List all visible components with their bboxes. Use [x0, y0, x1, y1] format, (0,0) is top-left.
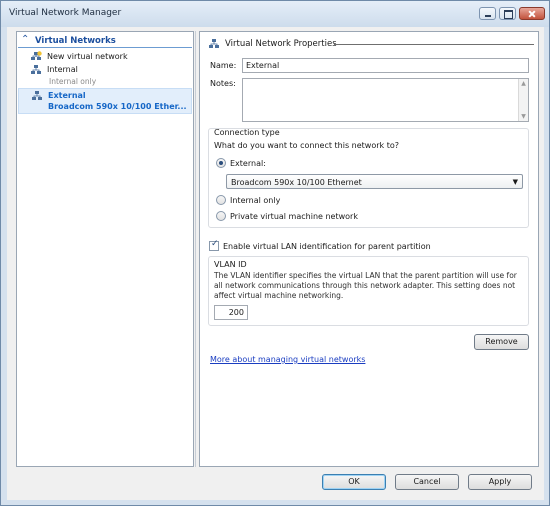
external-radio[interactable]: [216, 158, 226, 168]
notes-label: Notes:: [210, 79, 236, 88]
external-radio-label: External:: [230, 159, 266, 168]
tree-item-label: Internal: [47, 65, 78, 74]
private-network-radio-label: Private virtual machine network: [230, 212, 358, 221]
dropdown-arrow-icon: ▼: [512, 178, 518, 186]
notes-textarea[interactable]: ▲ ▼: [242, 78, 529, 122]
apply-button[interactable]: Apply: [468, 474, 532, 490]
vlan-id-title: VLAN ID: [214, 260, 247, 269]
connection-type-title: Connection type: [214, 128, 280, 137]
scroll-down-icon[interactable]: ▼: [519, 113, 528, 120]
notes-scrollbar[interactable]: ▲ ▼: [518, 79, 528, 121]
internal-only-radio-label: Internal only: [230, 196, 281, 205]
tree-item-sublabel: Broadcom 590x 10/100 Ether...: [48, 102, 187, 111]
title-bar[interactable]: Virtual Network Manager: [1, 1, 549, 27]
network-icon: [32, 91, 42, 100]
remove-button[interactable]: Remove: [474, 334, 529, 350]
scroll-up-icon[interactable]: ▲: [519, 80, 528, 87]
network-adapter-value: Broadcom 590x 10/100 Ethernet: [231, 178, 362, 187]
vlan-id-input[interactable]: 200: [214, 305, 248, 320]
ok-button[interactable]: OK: [322, 474, 386, 490]
section-divider: [334, 44, 534, 45]
network-adapter-select[interactable]: Broadcom 590x 10/100 Ethernet ▼: [226, 174, 523, 189]
properties-pane: Virtual Network Properties Name: Externa…: [199, 31, 539, 467]
properties-header: Virtual Network Properties: [208, 37, 534, 51]
minimize-button[interactable]: [479, 7, 496, 20]
virtual-network-manager-window: Virtual Network Manager ⌃ Virtual Networ…: [0, 0, 550, 506]
internal-only-radio[interactable]: [216, 195, 226, 205]
checkmark-icon: ✓: [211, 239, 219, 249]
dialog-footer: OK Cancel Apply: [7, 470, 544, 500]
tree-item-label: External: [48, 91, 86, 100]
tree-item-internal[interactable]: Internal: [18, 63, 192, 77]
name-label: Name:: [210, 61, 237, 70]
cancel-button[interactable]: Cancel: [395, 474, 459, 490]
network-tree-pane: ⌃ Virtual Networks New virtual network I…: [16, 31, 194, 467]
maximize-button[interactable]: [499, 7, 516, 20]
network-icon: [31, 65, 41, 74]
enable-vlan-label: Enable virtual LAN identification for pa…: [223, 242, 431, 251]
collapse-icon[interactable]: ⌃: [21, 34, 29, 45]
connection-question: What do you want to connect this network…: [214, 141, 399, 150]
network-icon: [209, 39, 219, 48]
name-input[interactable]: External: [242, 58, 529, 73]
private-network-radio[interactable]: [216, 211, 226, 221]
window-title: Virtual Network Manager: [9, 8, 122, 18]
vlan-description: The VLAN identifier specifies the virtua…: [214, 271, 517, 300]
more-about-networks-link[interactable]: More about managing virtual networks: [210, 355, 365, 364]
tree-header-label: Virtual Networks: [35, 36, 116, 46]
dialog-client: ⌃ Virtual Networks New virtual network I…: [7, 27, 544, 500]
tree-item-new-virtual-network[interactable]: New virtual network: [18, 50, 192, 64]
new-network-icon: [31, 51, 42, 60]
section-title: Virtual Network Properties: [225, 39, 337, 49]
tree-item-external[interactable]: External Broadcom 590x 10/100 Ether...: [18, 88, 192, 114]
tree-header[interactable]: ⌃ Virtual Networks: [18, 34, 192, 48]
enable-vlan-checkbox[interactable]: ✓: [209, 239, 219, 251]
tree-item-label: New virtual network: [47, 52, 128, 61]
close-button[interactable]: [519, 7, 545, 20]
tree-item-sublabel: Internal only: [49, 77, 97, 86]
